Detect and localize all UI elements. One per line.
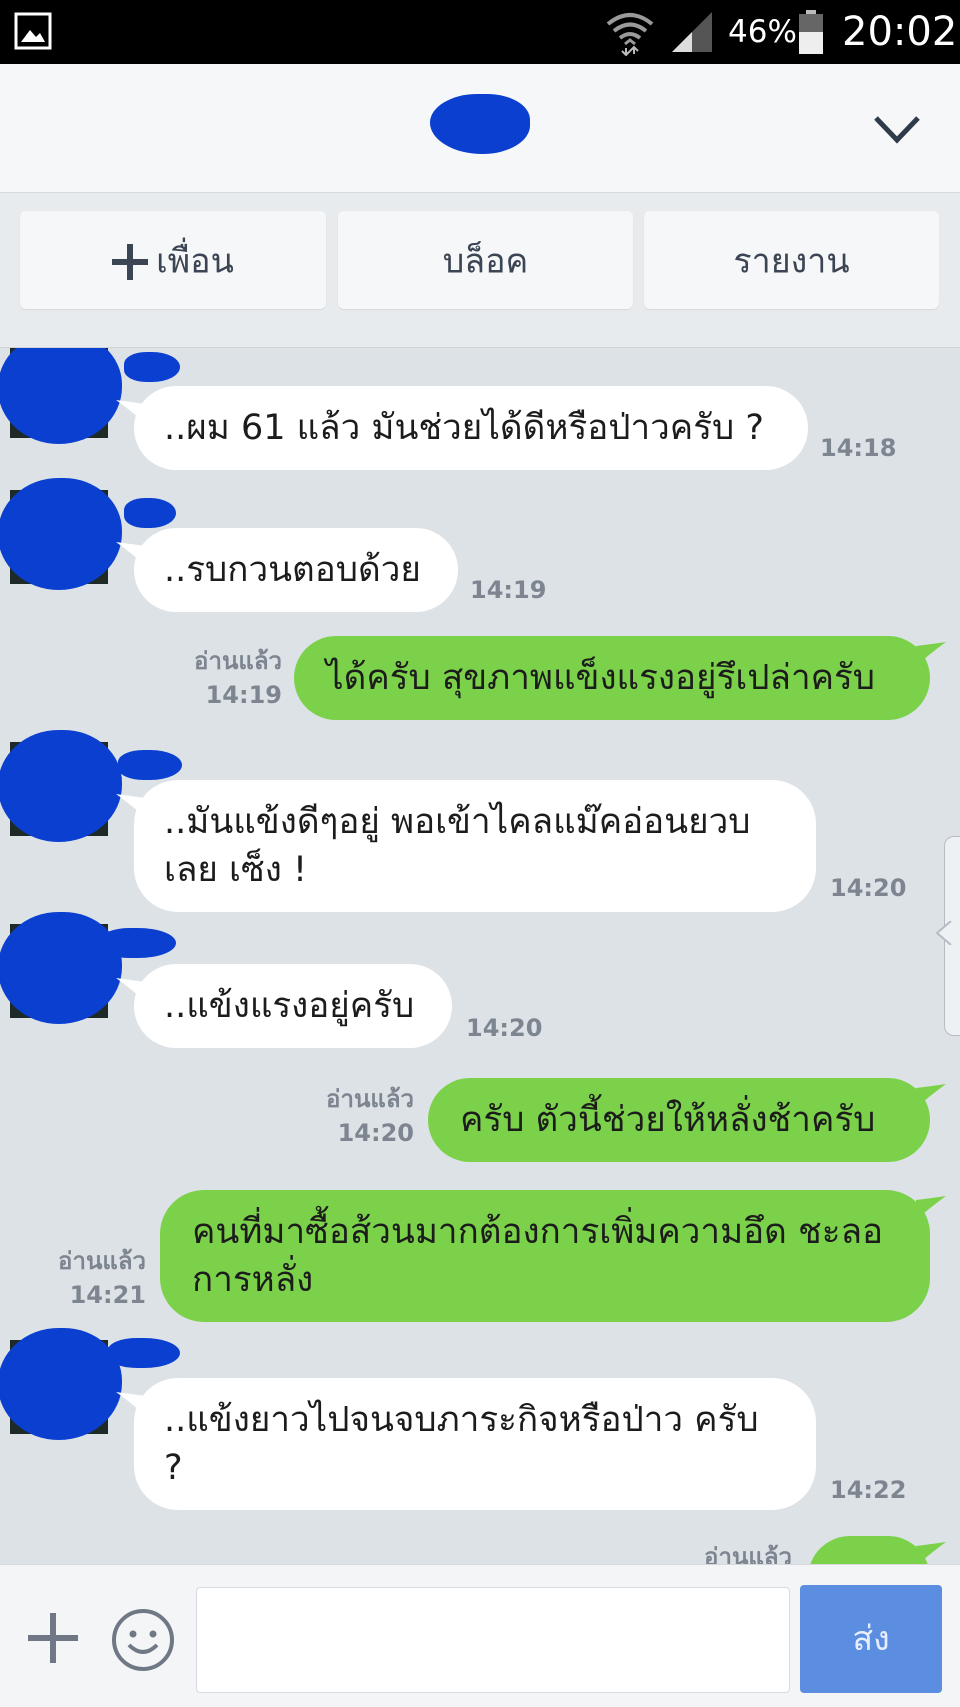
chat-header: [0, 64, 960, 193]
read-label: อ่านแล้ว: [326, 1085, 414, 1113]
clock: 20:02: [842, 9, 958, 55]
status-bar: 46% 20:02: [0, 0, 960, 64]
read-receipt: อ่านแล้ว: [640, 1540, 792, 1564]
plus-icon: [112, 243, 149, 280]
message-time: 14:20: [337, 1119, 414, 1147]
message-bubble-incoming[interactable]: ..ผม 61 แล้ว มันช่วยได้ดีหรือป่าวครับ ?: [116, 386, 808, 470]
message-text: ..รบกวนตอบด้วย: [164, 550, 421, 590]
block-button[interactable]: บล็อค: [338, 211, 633, 309]
chevron-down-icon[interactable]: [872, 104, 922, 154]
bubble-tail: [916, 1542, 946, 1564]
avatar[interactable]: [0, 1328, 122, 1440]
report-button[interactable]: รายงาน: [644, 211, 939, 309]
message-text: ..แข้งยาวไปจนจบภาระกิจหรือป่าว ครับ ?: [164, 1400, 759, 1488]
message-bubble-outgoing[interactable]: ได้ครับ สุขภาพแข็งแรงอยู่รึเปล่าครับ: [294, 636, 946, 720]
bubble-tail: [916, 1084, 946, 1108]
block-label: บล็อค: [442, 241, 529, 282]
sender-name: [100, 928, 176, 958]
wifi-icon: [606, 13, 654, 56]
bubble-tail: [116, 400, 146, 424]
bubble-tail: [916, 642, 946, 666]
message-time: 14:19: [205, 681, 282, 709]
chevron-left-icon: [935, 921, 952, 945]
message-time: 14:20: [466, 1014, 543, 1042]
sender-name: [118, 750, 182, 780]
read-label: อ่านแล้ว: [194, 647, 282, 675]
sender-name: [108, 1338, 180, 1368]
sender-name: [124, 498, 176, 528]
read-receipt: อ่านแล้ว 14:19: [160, 644, 282, 712]
message-bubble-outgoing[interactable]: คนที่มาซื้อส้วนมากต้องการเพิ่มความอึด ชะ…: [160, 1190, 946, 1322]
message-bubble-incoming[interactable]: ..แข้งแรงอยู่ครับ: [116, 964, 452, 1048]
read-label: อ่านแล้ว: [58, 1247, 146, 1275]
report-label: รายงาน: [733, 241, 850, 282]
message-bubble-incoming[interactable]: ..มันแข้งดีๆอยู่ พอเข้าไคลแม๊คอ่อนยวบ เล…: [116, 780, 816, 912]
message-bubble-incoming[interactable]: ..แข้งยาวไปจนจบภาระกิจหรือป่าว ครับ ?: [116, 1378, 816, 1510]
message-bubble-outgoing[interactable]: ครับ ตัวนี้ช่วยให้หลั่งช้าครับ: [428, 1078, 946, 1162]
message-time: 14:20: [830, 874, 907, 902]
emoji-icon[interactable]: [110, 1607, 176, 1673]
message-input[interactable]: [196, 1587, 790, 1693]
battery-percent: 46%: [728, 14, 797, 50]
avatar[interactable]: [0, 912, 122, 1024]
read-label: อ่านแล้ว: [704, 1543, 792, 1564]
bubble-tail: [116, 794, 146, 818]
battery-icon: [799, 10, 823, 54]
add-friend-label: เพื่อน: [156, 241, 234, 282]
plus-icon[interactable]: [26, 1611, 80, 1665]
message-text: คนที่มาซื้อส้วนมากต้องการเพิ่มความอึด ชะ…: [192, 1212, 884, 1300]
message-time: 14:21: [69, 1281, 146, 1309]
avatar[interactable]: [0, 348, 122, 444]
bubble-tail: [116, 978, 146, 1002]
sender-name: [124, 352, 180, 382]
message-time: 14:18: [820, 434, 897, 462]
message-text: ได้ครับ สุขภาพแข็งแรงอยู่รึเปล่าครับ: [326, 658, 876, 698]
bubble-tail: [116, 1392, 146, 1416]
avatar[interactable]: [0, 730, 122, 842]
message-text: ครับ ตัวนี้ช่วยให้หลั่งช้าครับ: [460, 1100, 876, 1140]
input-bar: ส่ง: [0, 1564, 960, 1707]
message-text: ..มันแข้งดีๆอยู่ พอเข้าไคลแม๊คอ่อนยวบ เล…: [164, 802, 751, 890]
contact-name[interactable]: [430, 94, 530, 154]
bubble-tail: [916, 1196, 946, 1220]
signal-icon: [672, 12, 712, 52]
message-bubble-outgoing[interactable]: [808, 1536, 946, 1564]
chat-area[interactable]: ..ผม 61 แล้ว มันช่วยได้ดีหรือป่าวครับ ? …: [0, 348, 960, 1564]
read-receipt: อ่านแล้ว 14:20: [292, 1082, 414, 1150]
image-icon: [14, 12, 52, 50]
bubble-tail: [116, 542, 146, 566]
message-time: 14:19: [470, 576, 547, 604]
message-time: 14:22: [830, 1476, 907, 1504]
read-receipt: อ่านแล้ว 14:21: [22, 1244, 146, 1312]
message-text: ..แข้งแรงอยู่ครับ: [164, 986, 415, 1026]
add-friend-button[interactable]: เพื่อน: [20, 211, 326, 309]
message-bubble-incoming[interactable]: ..รบกวนตอบด้วย: [116, 528, 458, 612]
side-drawer-handle[interactable]: [935, 836, 960, 1036]
avatar[interactable]: [0, 478, 122, 590]
send-button[interactable]: ส่ง: [800, 1585, 942, 1693]
message-text: ..ผม 61 แล้ว มันช่วยได้ดีหรือป่าวครับ ?: [164, 408, 764, 448]
action-bar: เพื่อน บล็อค รายงาน: [0, 193, 960, 348]
